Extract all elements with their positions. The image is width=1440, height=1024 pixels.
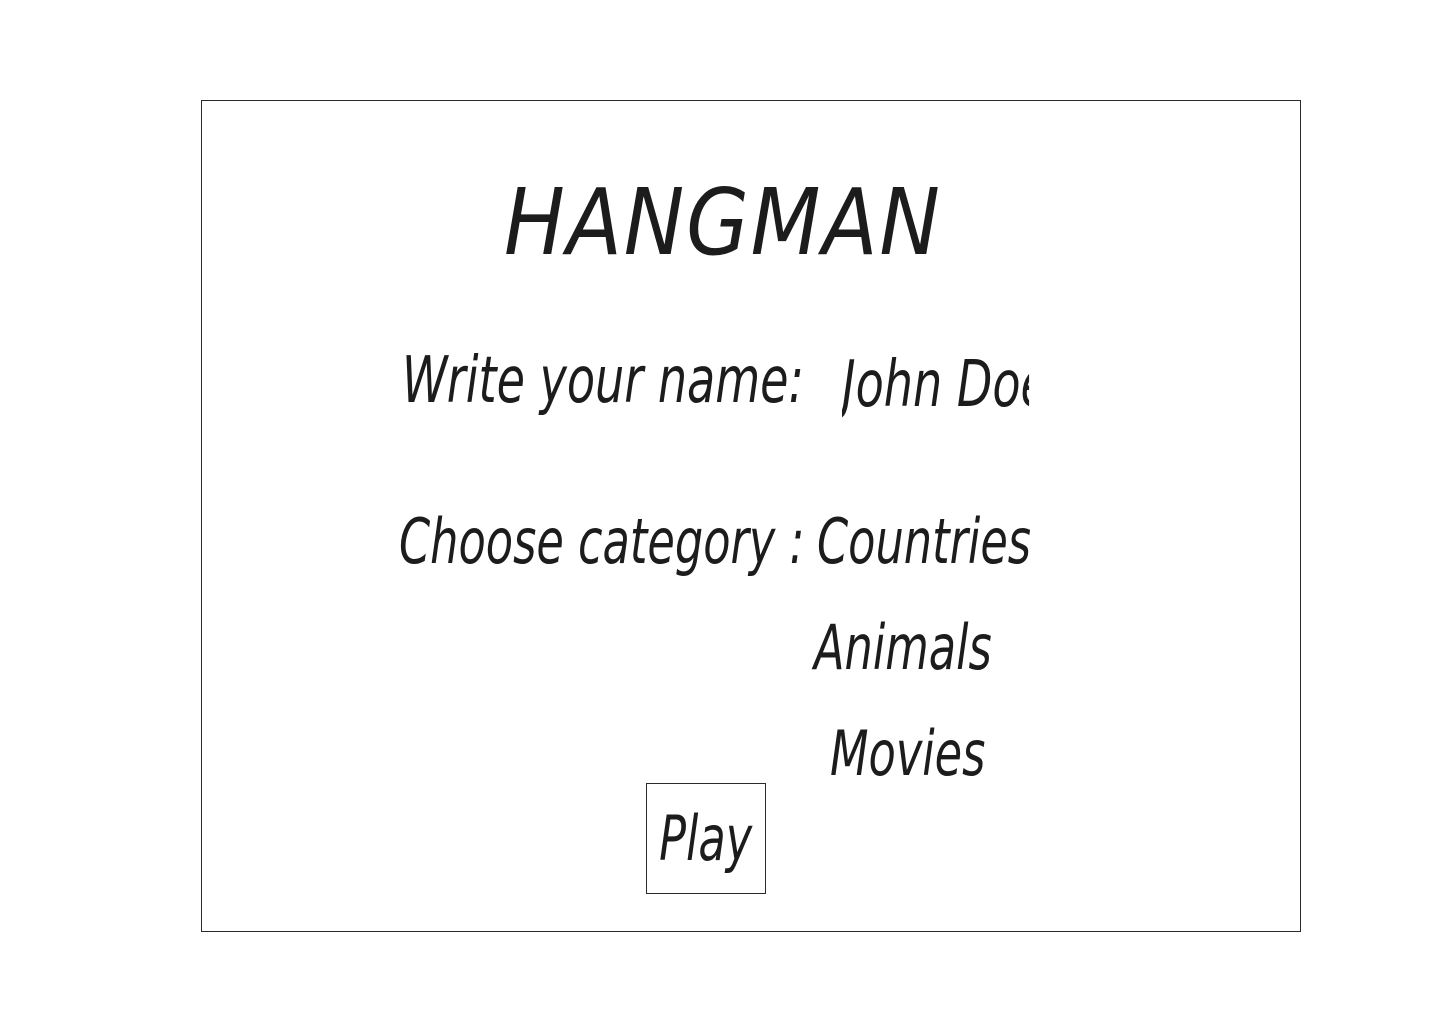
game-title: HANGMAN bbox=[504, 169, 942, 276]
category-option-animals[interactable]: Animals bbox=[814, 617, 992, 679]
category-option-movies[interactable]: Movies bbox=[830, 723, 985, 785]
category-label: Choose category : bbox=[399, 505, 805, 578]
category-option-countries[interactable]: Countries bbox=[817, 511, 1031, 573]
name-label: Write your name: bbox=[402, 344, 805, 418]
game-panel: HANGMAN Write your name: Choose category… bbox=[201, 100, 1301, 932]
play-button-label: Play bbox=[659, 801, 753, 875]
play-button[interactable]: Play bbox=[646, 783, 766, 894]
name-input[interactable] bbox=[842, 345, 1030, 425]
